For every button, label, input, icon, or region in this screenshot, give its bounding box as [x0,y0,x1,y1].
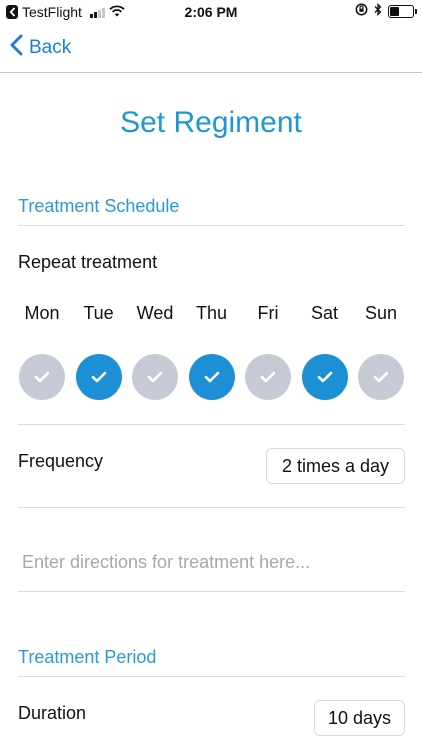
day-column-thu: Thu [188,300,236,400]
day-label: Thu [195,303,228,323]
status-bar: TestFlight 2:06 PM [0,0,422,24]
treatment-schedule-heading: Treatment Schedule [18,196,180,216]
checkmark-icon [34,371,50,383]
checkmark-icon [91,371,106,383]
checkmark-icon [260,371,276,383]
day-label: Tue [83,303,114,323]
orientation-lock-icon [355,3,368,19]
frequency-select[interactable]: 2 times a day [266,448,405,484]
day-label: Sun [364,303,398,323]
duration-label: Duration [18,703,87,723]
day-label: Mon [24,303,60,323]
treatment-period-heading: Treatment Period [18,647,157,667]
page-title: Set Regiment [120,106,302,139]
divider [18,424,405,425]
day-toggle-tue[interactable] [75,354,122,400]
chevron-left-icon [10,34,23,62]
back-button-label: Back [29,37,72,58]
day-toggle-fri[interactable] [245,354,291,400]
navigation-bar: Back [0,24,422,73]
day-column-sat: Sat [301,300,349,400]
day-toggle-sat[interactable] [301,354,348,400]
status-right [355,2,417,19]
day-column-wed: Wed [131,300,179,400]
day-label: Fri [257,303,279,323]
directions-input[interactable] [22,552,402,573]
divider [18,591,405,592]
divider [18,676,405,677]
day-column-fri: Fri [244,300,292,400]
day-label: Wed [136,303,174,323]
checkmark-icon [204,371,219,383]
battery-icon [388,4,417,18]
repeat-treatment-label: Repeat treatment [18,252,158,272]
checkmark-icon [317,371,332,383]
day-toggle-thu[interactable] [188,354,235,400]
frequency-label: Frequency [18,451,104,471]
checkmark-icon [373,371,389,383]
duration-select[interactable]: 10 days [314,700,405,736]
day-column-mon: Mon [18,300,66,400]
day-toggle-wed[interactable] [132,354,178,400]
day-selector: Mon Tue Wed Thu Fri Sat Sun [18,300,405,400]
day-label: Sat [310,303,339,323]
day-column-sun: Sun [357,300,405,400]
divider [18,225,405,226]
bluetooth-icon [374,2,382,19]
day-toggle-mon[interactable] [19,354,65,400]
day-column-tue: Tue [75,300,123,400]
checkmark-icon [147,371,163,383]
day-toggle-sun[interactable] [358,354,404,400]
back-button[interactable]: Back [10,34,71,62]
divider [18,507,405,508]
